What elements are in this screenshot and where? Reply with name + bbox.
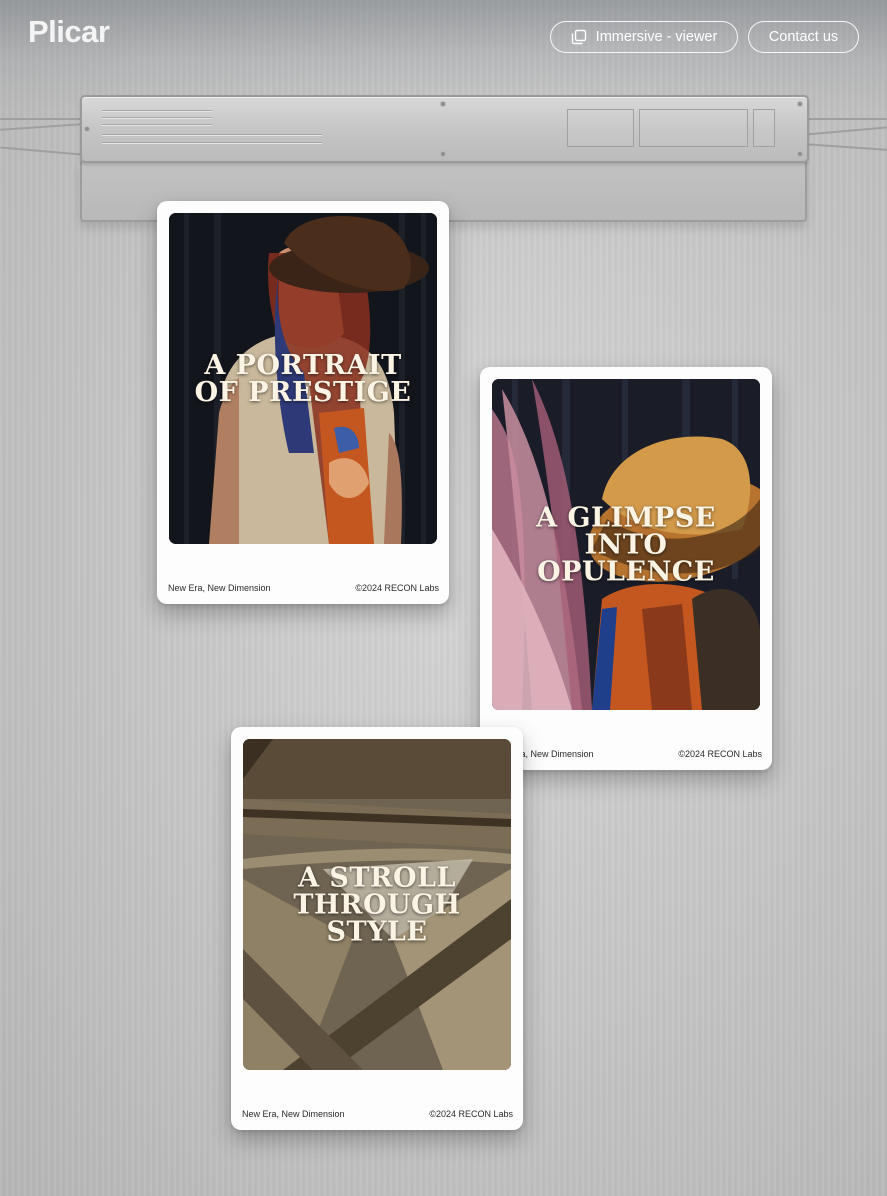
card-title: A STROLL THROUGH STYLE xyxy=(293,862,461,947)
immersive-viewer-label: Immersive - viewer xyxy=(595,29,718,45)
rail-slot xyxy=(567,109,634,147)
rail-screw xyxy=(797,101,803,107)
rail-cable xyxy=(0,146,82,156)
card-portrait-of-prestige[interactable]: A PORTRAIT OF PRESTIGE New Era, New Dime… xyxy=(157,201,449,604)
card-footer-copyright: ©2024 RECON Labs xyxy=(429,1109,513,1119)
card-footer-tagline: New Era, New Dimension xyxy=(242,1109,345,1119)
card-footer-copyright: ©2024 RECON Labs xyxy=(355,583,439,593)
header-shade xyxy=(0,0,887,110)
card-photo: A GLIMPSE INTO OPULENCE xyxy=(492,379,760,710)
card-footer: New Era, New Dimension ©2024 RECON Labs xyxy=(168,583,439,593)
card-glimpse-into-opulence[interactable]: A GLIMPSE INTO OPULENCE New Era, New Dim… xyxy=(480,367,772,770)
card-footer: New Era, New Dimension ©2024 RECON Labs xyxy=(242,1109,513,1119)
card-footer-tagline: New Era, New Dimension xyxy=(168,583,271,593)
rail-slot xyxy=(639,109,748,147)
contact-us-label: Contact us xyxy=(768,29,839,45)
card-photo: A PORTRAIT OF PRESTIGE xyxy=(169,213,437,544)
immersive-viewer-button[interactable]: Immersive - viewer xyxy=(550,21,738,53)
rail-cable xyxy=(805,126,887,136)
card-photo: A STROLL THROUGH STYLE xyxy=(243,739,511,1070)
card-footer: New Era, New Dimension ©2024 RECON Labs xyxy=(491,749,762,759)
rail-cable xyxy=(805,118,887,120)
rail-cable xyxy=(0,123,82,131)
rail-screw xyxy=(84,126,90,132)
rail-screw xyxy=(440,151,446,157)
rail-screw xyxy=(440,101,446,107)
rail-cable xyxy=(0,118,82,120)
contact-us-button[interactable]: Contact us xyxy=(748,21,859,53)
card-title: A GLIMPSE INTO OPULENCE xyxy=(536,502,716,587)
rail-vent xyxy=(102,124,212,126)
rail-cable xyxy=(805,143,887,151)
site-logo[interactable]: Plicar xyxy=(28,14,110,50)
rail-slot xyxy=(753,109,775,147)
window-stack-icon xyxy=(571,29,586,45)
card-title: A PORTRAIT OF PRESTIGE xyxy=(194,349,412,408)
rail-screw xyxy=(797,151,803,157)
card-footer-copyright: ©2024 RECON Labs xyxy=(678,749,762,759)
rail-vent xyxy=(102,110,212,112)
card-stroll-through-style[interactable]: A STROLL THROUGH STYLE New Era, New Dime… xyxy=(231,727,523,1130)
rail-vent xyxy=(102,117,212,119)
rail-vent xyxy=(102,134,322,136)
rail-vent xyxy=(102,142,322,144)
